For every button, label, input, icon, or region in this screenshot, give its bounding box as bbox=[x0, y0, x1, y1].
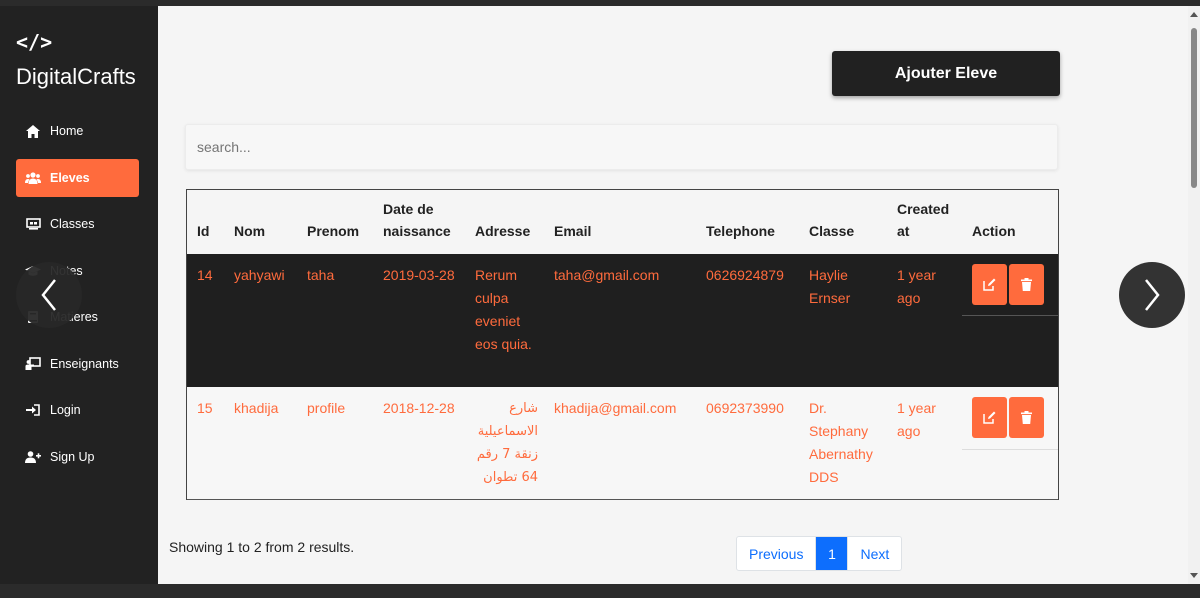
sidebar-item-eleves[interactable]: Eleves bbox=[16, 158, 139, 197]
cell-date: 2019-03-28 bbox=[373, 254, 465, 387]
carousel-prev-button[interactable] bbox=[16, 262, 82, 328]
cell-prenom: profile bbox=[297, 387, 373, 500]
sidebar-item-label: Enseignants bbox=[50, 356, 119, 371]
cell-telephone: 0626924879 bbox=[696, 254, 799, 387]
column-header: Created at bbox=[897, 201, 950, 239]
pagination: Previous 1 Next bbox=[736, 536, 903, 571]
sidebar-item-enseignants[interactable]: Enseignants bbox=[16, 345, 139, 383]
cell-date: 2018-12-28 bbox=[373, 387, 465, 500]
column-header: Id bbox=[197, 223, 210, 239]
cell-prenom: taha bbox=[297, 254, 373, 387]
pagination-page[interactable]: 1 bbox=[816, 537, 849, 570]
sidebar-item-home[interactable]: Home bbox=[16, 112, 139, 150]
cell-created: 1 year ago bbox=[887, 254, 962, 387]
pagination-previous[interactable]: Previous bbox=[737, 537, 817, 570]
trash-icon bbox=[1021, 278, 1032, 291]
chevron-right-icon bbox=[1145, 279, 1160, 311]
edit-icon bbox=[983, 278, 996, 291]
edit-button[interactable] bbox=[972, 264, 1007, 305]
sidebar-item-label: Home bbox=[50, 124, 84, 138]
column-header: Classe bbox=[809, 223, 855, 239]
cell-nom: yahyawi bbox=[224, 254, 297, 387]
cell-id: 14 bbox=[187, 254, 224, 387]
main-content: Ajouter Eleve Id Nom Prenom Date de nais… bbox=[158, 6, 1188, 584]
cell-classe: Dr. Stephany Abernathy DDS bbox=[799, 387, 887, 500]
column-header: Prenom bbox=[307, 223, 360, 239]
trash-icon bbox=[1021, 411, 1032, 424]
results-summary: Showing 1 to 2 from 2 results. bbox=[169, 539, 355, 555]
sign-in-icon bbox=[24, 403, 42, 417]
delete-button[interactable] bbox=[1009, 397, 1044, 438]
cell-nom: khadija bbox=[224, 387, 297, 500]
window-bottom-bar bbox=[0, 584, 1200, 598]
column-header: Email bbox=[554, 223, 592, 239]
cell-actions bbox=[962, 254, 1058, 387]
sidebar-item-label: Sign Up bbox=[50, 449, 95, 464]
sidebar-item-signup[interactable]: Sign Up bbox=[16, 438, 139, 476]
home-icon bbox=[24, 124, 42, 138]
carousel-next-button[interactable] bbox=[1119, 262, 1185, 328]
search-input[interactable] bbox=[185, 124, 1058, 170]
delete-button[interactable] bbox=[1009, 264, 1044, 305]
scroll-down-arrow-icon[interactable] bbox=[1190, 573, 1198, 578]
cell-created: 1 year ago bbox=[887, 387, 962, 500]
teacher-board-icon bbox=[24, 357, 42, 371]
sidebar-item-label: Eleves bbox=[50, 170, 90, 185]
cell-adresse: Rerum culpa eveniet eos quia. bbox=[465, 254, 544, 387]
cell-id: 15 bbox=[187, 387, 224, 500]
cell-telephone: 0692373990 bbox=[696, 387, 799, 500]
edit-icon bbox=[983, 411, 996, 424]
table-row: 15 khadija profile 2018-12-28 شارع الاسم… bbox=[187, 387, 1058, 500]
column-header: Action bbox=[972, 223, 1016, 239]
users-icon bbox=[24, 171, 42, 185]
scroll-thumb[interactable] bbox=[1191, 28, 1197, 188]
user-plus-icon bbox=[24, 450, 42, 464]
column-header: Telephone bbox=[706, 223, 775, 239]
students-table: Id Nom Prenom Date de naissance Adresse … bbox=[186, 189, 1059, 500]
cell-email: khadija@gmail.com bbox=[544, 387, 696, 500]
cell-actions bbox=[962, 387, 1058, 500]
column-header: Date de naissance bbox=[383, 201, 451, 239]
sidebar-item-label: Classes bbox=[50, 217, 95, 231]
divider bbox=[962, 449, 1058, 450]
classroom-icon bbox=[24, 217, 42, 231]
table-row: 14 yahyawi taha 2019-03-28 Rerum culpa e… bbox=[187, 254, 1058, 387]
cell-email: taha@gmail.com bbox=[544, 254, 696, 387]
code-icon: </> bbox=[16, 30, 53, 54]
pagination-next[interactable]: Next bbox=[848, 537, 901, 570]
scroll-up-arrow-icon[interactable] bbox=[1190, 12, 1198, 17]
brand-name[interactable]: DigitalCrafts bbox=[16, 64, 136, 90]
divider bbox=[962, 315, 1058, 316]
add-eleve-button[interactable]: Ajouter Eleve bbox=[832, 51, 1060, 96]
edit-button[interactable] bbox=[972, 397, 1007, 438]
cell-classe: Haylie Ernser bbox=[799, 254, 887, 387]
table-header-row: Id Nom Prenom Date de naissance Adresse … bbox=[187, 190, 1058, 254]
cell-adresse: شارع الاسماعيلية زنقة 7 رقم 64 تطوان bbox=[465, 387, 544, 500]
column-header: Adresse bbox=[475, 223, 531, 239]
chevron-left-icon bbox=[41, 279, 56, 311]
sidebar-item-classes[interactable]: Classes bbox=[16, 205, 139, 243]
vertical-scrollbar[interactable] bbox=[1188, 6, 1200, 584]
sidebar-item-label: Login bbox=[50, 403, 81, 417]
sidebar-item-login[interactable]: Login bbox=[16, 391, 139, 429]
column-header: Nom bbox=[234, 223, 266, 239]
